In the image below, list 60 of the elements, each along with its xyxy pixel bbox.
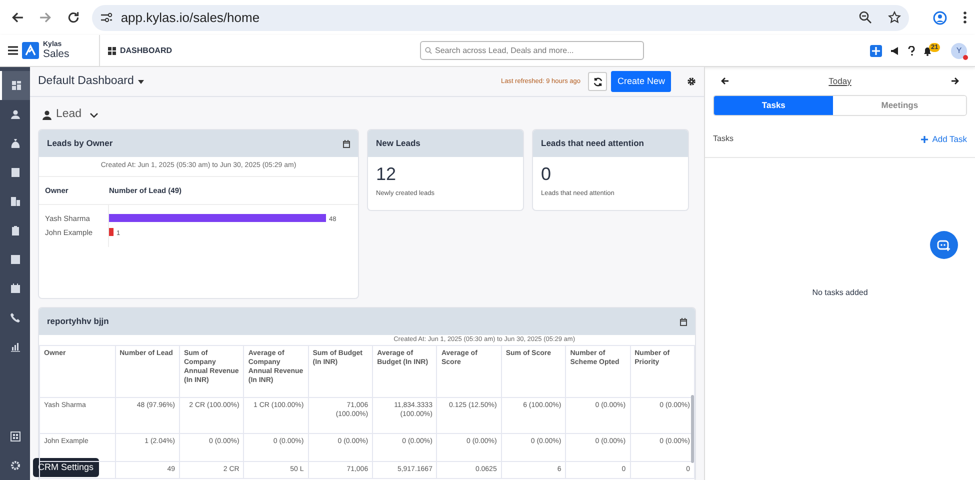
page-title: DASHBOARD [120,44,172,56]
menu-icon[interactable] [963,11,968,24]
dashboard-dropdown[interactable]: Default Dashboard [38,72,144,90]
empty-message: No tasks added [811,287,869,299]
search-icon [425,47,432,54]
dashboard-icon [108,46,116,54]
tab[interactable]: Tasks [714,96,834,115]
logo-icon [22,42,39,59]
calendar-icon[interactable] [680,318,687,326]
entity-dropdown[interactable]: Lead [56,106,98,124]
add-button[interactable] [870,44,882,56]
card-title: reportyhhv bjjn [47,315,109,328]
search-field[interactable]: Search across Lead, Deals and more... [420,41,644,60]
building-icon [10,196,20,207]
url-text: app.kylas.io/sales/home [120,8,261,27]
calendar-icon [10,283,20,294]
menu-icon[interactable] [8,46,18,55]
plus-icon [921,136,928,142]
sidebar-item[interactable] [0,71,30,100]
scrollbar-thumb[interactable] [691,394,694,463]
star-icon[interactable] [888,11,902,24]
bell-icon[interactable] [923,46,932,56]
settings-icon[interactable] [687,77,696,86]
apps-icon [10,431,20,442]
money-bag-icon [10,138,20,149]
kpi-value: 12 [375,163,398,185]
refresh-button[interactable] [588,72,608,91]
zoom-icon[interactable] [859,11,872,24]
add-task-link[interactable]: Add Task [921,132,967,146]
bar-chart-icon [10,341,20,352]
kpi-value: 0 [540,163,552,185]
phone-icon [10,312,20,323]
chatbot-button[interactable] [930,231,958,259]
help-icon[interactable] [908,46,915,56]
previous-arrow-icon[interactable] [721,77,729,85]
status-dot [963,54,968,60]
card-title: Leads by Owner [47,137,113,150]
avatar[interactable]: Y [951,42,967,58]
product-name: Sales [43,48,70,60]
bar [109,228,114,236]
card-title: Leads that need attention [541,137,644,150]
person-icon [10,109,20,120]
create-new-button[interactable]: Create New [611,70,671,92]
clipboard-icon [10,225,20,236]
settings-icon [10,460,20,471]
date-link[interactable]: Today [828,74,852,88]
calendar-icon[interactable] [343,140,350,148]
refresh-icon [592,76,603,86]
dashboard-icon [10,80,22,91]
section-title: Tasks [713,133,734,145]
person-icon [42,110,52,120]
chevron-icon [90,112,98,118]
card-title: New Leads [376,137,420,150]
caret-icon [138,80,144,84]
chatbot-icon [937,239,951,251]
site-settings-icon[interactable] [100,12,113,23]
address-bar[interactable]: app.kylas.io/sales/home [92,4,910,30]
profile-icon[interactable] [933,10,948,24]
next-arrow-icon[interactable] [951,77,959,85]
megaphone-icon[interactable] [890,46,900,56]
